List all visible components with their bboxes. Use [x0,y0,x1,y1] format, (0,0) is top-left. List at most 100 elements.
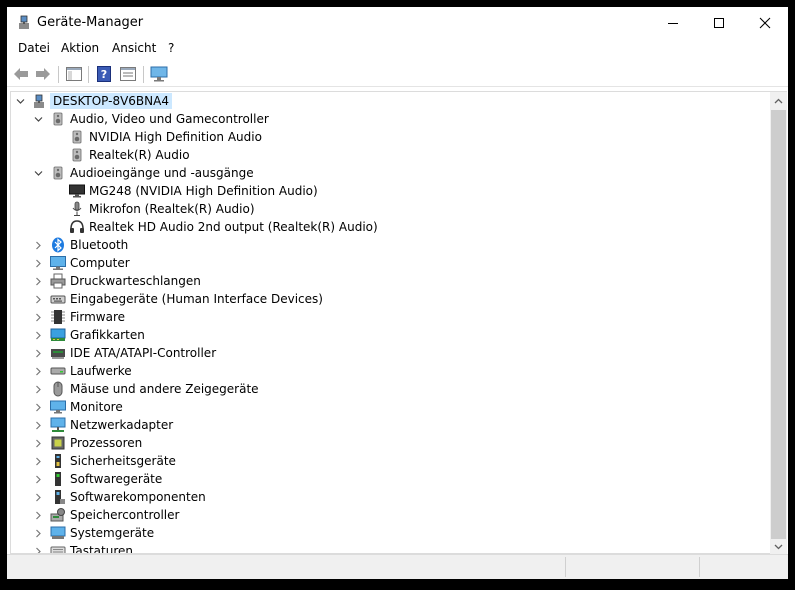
microphone-icon [69,201,85,217]
tree-row[interactable]: Eingabegeräte (Human Interface Devices) [11,290,771,308]
show-hide-console-tree-button[interactable] [65,65,83,83]
expand-toggle[interactable] [33,380,43,398]
tree-row[interactable]: Audio, Video und Gamecontroller [11,110,771,128]
menu-ansicht[interactable]: Ansicht [112,41,156,55]
menu-datei[interactable]: Datei [18,41,50,55]
collapse-root-toggle[interactable] [15,92,25,110]
svg-text:?: ? [101,68,107,81]
chevron-right-icon [35,277,41,285]
expand-toggle[interactable] [33,506,43,524]
chevron-right-icon [35,475,41,483]
tree-row-label: NVIDIA High Definition Audio [89,130,262,144]
tree-row[interactable]: Bluetooth [11,236,771,254]
tree-row[interactable]: Mikrofon (Realtek(R) Audio) [11,200,771,218]
tree-row[interactable]: Firmware [11,308,771,326]
console-tree-icon [66,67,82,81]
tree-row-label: Laufwerke [70,364,132,378]
computer-root-icon [31,93,47,109]
device-tree[interactable]: DESKTOP-8V6BNA4 Audio, Video und Gamecon… [10,91,771,554]
computer-icon [50,255,66,271]
tree-row-label: Sicherheitsgeräte [70,454,176,468]
minimize-icon [668,22,678,24]
tree-row[interactable]: Laufwerke [11,362,771,380]
expand-toggle[interactable] [33,308,43,326]
expand-toggle[interactable] [33,272,43,290]
tree-row-label: MG248 (NVIDIA High Definition Audio) [89,184,318,198]
window-title: Geräte-Manager [37,15,144,30]
tree-row[interactable]: Tastaturen [11,542,771,554]
tree-row[interactable]: Audioeingänge und -ausgänge [11,164,771,182]
chevron-right-icon [35,457,41,465]
tree-row[interactable]: Grafikkarten [11,326,771,344]
chevron-down-icon [34,170,42,176]
expand-toggle[interactable] [33,344,43,362]
tree-row[interactable]: Softwarekomponenten [11,488,771,506]
expand-toggle[interactable] [33,362,43,380]
collapse-toggle[interactable] [33,110,43,128]
forward-button[interactable] [34,65,52,83]
properties-icon [120,67,136,81]
properties-button[interactable] [119,65,137,83]
minimize-button[interactable] [650,7,696,38]
scroll-up-button[interactable] [770,94,787,108]
expand-toggle[interactable] [33,416,43,434]
tree-row[interactable]: Computer [11,254,771,272]
speaker-icon [50,111,66,127]
tree-row-label: Bluetooth [70,238,129,252]
menu-help[interactable]: ? [168,41,174,55]
tree-row[interactable]: Netzwerkadapter [11,416,771,434]
expand-toggle[interactable] [33,488,43,506]
scrollbar-thumb[interactable] [771,110,786,539]
expand-toggle[interactable] [33,434,43,452]
tree-row[interactable]: Druckwarteschlangen [11,272,771,290]
help-button[interactable]: ? [95,65,113,83]
collapse-toggle[interactable] [33,164,43,182]
keyboard-icon [50,543,66,553]
expand-toggle[interactable] [33,254,43,272]
processor-icon [50,435,66,451]
expand-toggle[interactable] [33,470,43,488]
scan-hardware-button[interactable] [150,65,168,83]
expand-toggle[interactable] [33,236,43,254]
tree-row-label: Realtek HD Audio 2nd output (Realtek(R) … [89,220,378,234]
expand-toggle[interactable] [33,290,43,308]
tree-row[interactable]: Systemgeräte [11,524,771,542]
expand-toggle[interactable] [33,452,43,470]
expand-toggle[interactable] [33,326,43,344]
tree-row[interactable]: Sicherheitsgeräte [11,452,771,470]
expand-toggle[interactable] [33,398,43,416]
vertical-scrollbar[interactable] [770,91,787,555]
disk-drive-icon [50,363,66,379]
toolbar-separator [58,66,59,83]
tree-row-label: Tastaturen [70,544,133,554]
tree-row[interactable]: MG248 (NVIDIA High Definition Audio) [11,182,771,200]
scroll-down-button[interactable] [770,540,787,554]
toolbar-separator [88,66,89,83]
close-icon [759,17,771,28]
toolbar-separator [143,66,144,83]
close-button[interactable] [742,7,788,38]
tree-row[interactable]: Realtek(R) Audio [11,146,771,164]
tree-row[interactable]: IDE ATA/ATAPI-Controller [11,344,771,362]
tree-row-label: Mäuse und andere Zeigegeräte [70,382,259,396]
network-adapter-icon [50,417,66,433]
chevron-right-icon [35,241,41,249]
tree-root-row[interactable]: DESKTOP-8V6BNA4 [11,92,771,110]
tree-row[interactable]: Prozessoren [11,434,771,452]
device-manager-app-icon [16,14,32,30]
expand-toggle[interactable] [33,524,43,542]
back-button[interactable] [12,65,30,83]
title-bar: Geräte-Manager [7,7,788,38]
tree-row[interactable]: Speichercontroller [11,506,771,524]
tree-row[interactable]: Mäuse und andere Zeigegeräte [11,380,771,398]
maximize-button[interactable] [696,7,742,38]
menu-aktion[interactable]: Aktion [61,41,99,55]
tree-row[interactable]: NVIDIA High Definition Audio [11,128,771,146]
monitor-dark-icon [69,183,85,199]
tree-row[interactable]: Realtek HD Audio 2nd output (Realtek(R) … [11,218,771,236]
status-segment [566,557,700,577]
tree-row-label: Softwaregeräte [70,472,163,486]
tree-row[interactable]: Softwaregeräte [11,470,771,488]
expand-toggle[interactable] [33,542,43,553]
tree-row[interactable]: Monitore [11,398,771,416]
